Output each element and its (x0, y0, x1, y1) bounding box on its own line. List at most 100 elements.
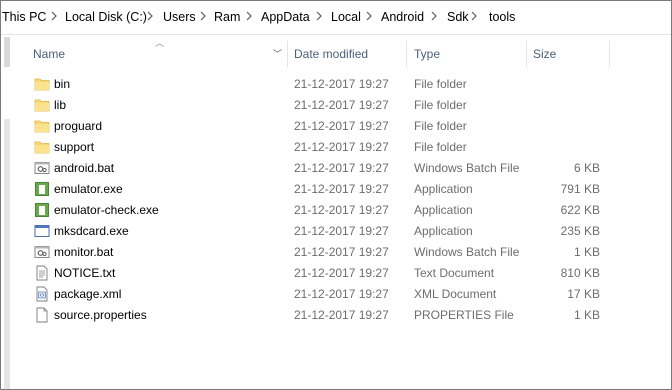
file-date: 21-12-2017 19:27 (294, 161, 389, 175)
chevron-right-icon[interactable] (145, 9, 155, 23)
list-item[interactable]: bin 21-12-2017 19:27 File folder (25, 73, 665, 94)
file-name: bin (54, 77, 71, 91)
blank-file-icon (36, 307, 48, 323)
xml-file-icon (36, 286, 48, 302)
file-name: support (54, 140, 95, 154)
list-item[interactable]: source.properties 21-12-2017 19:27 PROPE… (25, 304, 665, 325)
file-name: NOTICE.txt (54, 266, 116, 280)
file-type: File folder (414, 140, 467, 154)
file-size: 6 KB (573, 161, 600, 175)
breadcrumb-local[interactable]: Local (331, 10, 361, 24)
file-date: 21-12-2017 19:27 (294, 224, 389, 238)
file-name: package.xml (54, 287, 122, 301)
batch-file-icon (34, 246, 50, 258)
file-size: 1 KB (573, 308, 600, 322)
file-date: 21-12-2017 19:27 (294, 287, 389, 301)
breadcrumb-tools[interactable]: tools (489, 10, 515, 24)
file-size: 810 KB (560, 266, 600, 280)
column-divider[interactable] (526, 41, 527, 67)
batch-file-icon (34, 162, 50, 174)
file-size: 17 KB (567, 287, 600, 301)
file-date: 21-12-2017 19:27 (294, 119, 389, 133)
file-date: 21-12-2017 19:27 (294, 245, 389, 259)
chevron-right-icon[interactable] (469, 9, 479, 23)
list-item[interactable]: package.xml 21-12-2017 19:27 XML Documen… (25, 283, 665, 304)
list-item[interactable]: monitor.bat 21-12-2017 19:27 Windows Bat… (25, 241, 665, 262)
column-header-date-modified[interactable]: Date modified (294, 39, 368, 69)
column-divider[interactable] (287, 41, 288, 67)
breadcrumb-users[interactable]: Users (163, 10, 196, 24)
file-type: XML Document (414, 287, 497, 301)
file-name: lib (54, 98, 67, 112)
breadcrumb-local-disk[interactable]: Local Disk (C:) (65, 10, 147, 24)
file-type: Windows Batch File (414, 161, 520, 175)
file-name: android.bat (54, 161, 115, 175)
breadcrumb-android[interactable]: Android (381, 10, 424, 24)
breadcrumb-ram[interactable]: Ram (214, 10, 240, 24)
application-icon (35, 182, 49, 196)
application-icon (35, 203, 49, 217)
chevron-right-icon[interactable] (314, 9, 324, 23)
file-name: emulator.exe (54, 182, 123, 196)
column-divider[interactable] (609, 41, 610, 67)
file-name: emulator-check.exe (54, 203, 159, 217)
folder-icon (34, 99, 50, 112)
file-type: Windows Batch File (414, 245, 520, 259)
list-item[interactable]: mksdcard.exe 21-12-2017 19:27 Applicatio… (25, 220, 665, 241)
address-bar[interactable]: This PC Local Disk (C:) Users Ram AppDat… (1, 1, 671, 35)
file-date: 21-12-2017 19:27 (294, 182, 389, 196)
list-item[interactable]: proguard 21-12-2017 19:27 File folder (25, 115, 665, 136)
chevron-right-icon[interactable] (49, 9, 59, 23)
file-name: mksdcard.exe (54, 224, 129, 238)
column-header-row: ︿ Name ﹀ Date modified Type Size (25, 38, 665, 69)
chevron-right-icon[interactable] (244, 9, 254, 23)
list-item[interactable]: emulator.exe 21-12-2017 19:27 Applicatio… (25, 178, 665, 199)
file-type: Application (414, 182, 473, 196)
list-item[interactable]: android.bat 21-12-2017 19:27 Windows Bat… (25, 157, 665, 178)
folder-icon (34, 141, 50, 154)
column-header-type[interactable]: Type (414, 39, 440, 69)
chevron-right-icon[interactable] (429, 9, 439, 23)
sort-ascending-icon: ︿ (155, 38, 165, 48)
file-date: 21-12-2017 19:27 (294, 308, 389, 322)
list-item[interactable]: lib 21-12-2017 19:27 File folder (25, 94, 665, 115)
file-size: 235 KB (560, 224, 600, 238)
file-name: proguard (54, 119, 103, 133)
window-app-icon (34, 225, 50, 237)
navigation-pane-scrollbar[interactable] (2, 37, 11, 389)
file-size: 622 KB (560, 203, 600, 217)
scrollbar-thumb[interactable] (4, 37, 10, 67)
list-item[interactable]: NOTICE.txt 21-12-2017 19:27 Text Documen… (25, 262, 665, 283)
file-date: 21-12-2017 19:27 (294, 98, 389, 112)
file-type: PROPERTIES File (414, 308, 514, 322)
file-type: Application (414, 224, 473, 238)
column-header-size[interactable]: Size (533, 39, 556, 69)
breadcrumb-sdk[interactable]: Sdk (447, 10, 469, 24)
file-date: 21-12-2017 19:27 (294, 140, 389, 154)
file-size: 1 KB (573, 245, 600, 259)
file-date: 21-12-2017 19:27 (294, 203, 389, 217)
file-type: File folder (414, 77, 467, 91)
list-item[interactable]: support 21-12-2017 19:27 File folder (25, 136, 665, 157)
file-type: File folder (414, 98, 467, 112)
file-type: Text Document (414, 266, 495, 280)
explorer-window: This PC Local Disk (C:) Users Ram AppDat… (0, 0, 672, 390)
breadcrumb-this-pc[interactable]: This PC (2, 10, 46, 24)
file-date: 21-12-2017 19:27 (294, 77, 389, 91)
folder-icon (34, 120, 50, 133)
column-header-name[interactable]: Name (33, 39, 65, 69)
text-file-icon (36, 265, 48, 281)
file-type: File folder (414, 119, 467, 133)
chevron-right-icon[interactable] (364, 9, 374, 23)
chevron-right-icon[interactable] (198, 9, 208, 23)
scrollbar-track[interactable] (4, 119, 10, 389)
chevron-down-icon[interactable]: ﹀ (273, 39, 282, 69)
column-divider[interactable] (406, 41, 407, 67)
file-type: Application (414, 203, 473, 217)
file-name: source.properties (54, 308, 147, 322)
list-item[interactable]: emulator-check.exe 21-12-2017 19:27 Appl… (25, 199, 665, 220)
file-size: 791 KB (560, 182, 600, 196)
file-date: 21-12-2017 19:27 (294, 266, 389, 280)
breadcrumb-appdata[interactable]: AppData (261, 10, 310, 24)
file-name: monitor.bat (54, 245, 114, 259)
